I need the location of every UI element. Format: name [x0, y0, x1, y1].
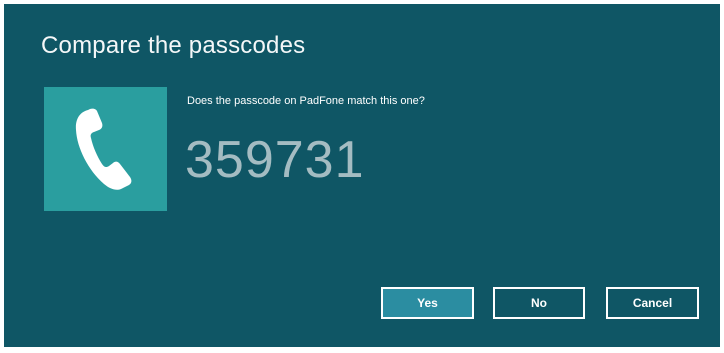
compare-passcodes-dialog: Compare the passcodes Does the passcode …	[4, 4, 720, 347]
yes-button[interactable]: Yes	[381, 287, 474, 319]
no-button[interactable]: No	[493, 287, 585, 319]
passcode-value: 359731	[185, 131, 365, 189]
device-tile	[44, 87, 167, 211]
cancel-button[interactable]: Cancel	[606, 287, 699, 319]
phone-icon	[75, 108, 132, 190]
passcode-question: Does the passcode on PadFone match this …	[187, 95, 425, 107]
dialog-title: Compare the passcodes	[41, 32, 306, 59]
